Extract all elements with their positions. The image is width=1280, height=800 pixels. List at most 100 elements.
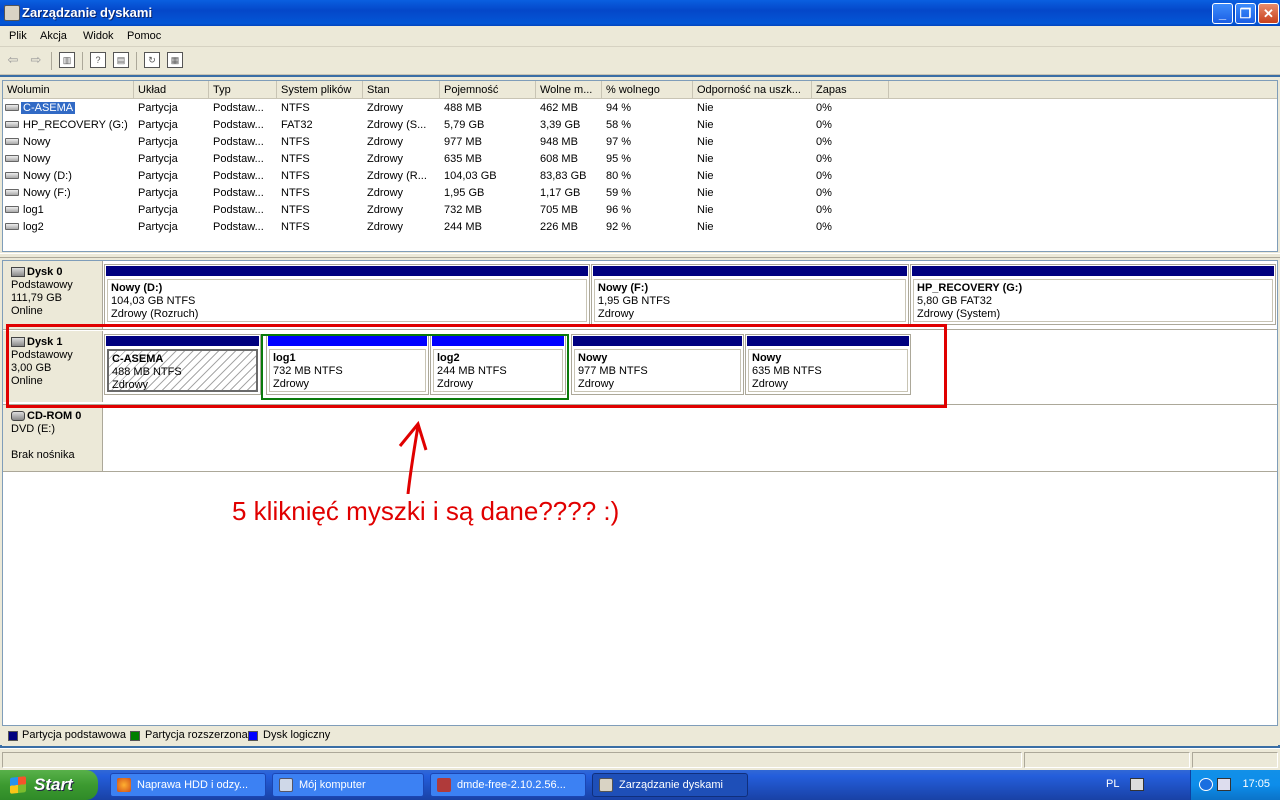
volume-cell: Nie [697,187,714,199]
forward-icon[interactable]: ⇨ [28,52,44,68]
disk-row-0: Dysk 0 Podstawowy 111,79 GB Online Nowy … [3,261,1277,329]
task-moj-komputer[interactable]: Mój komputer [272,773,424,797]
partition-d[interactable]: Nowy (D:) 104,03 GB NTFS Zdrowy (Rozruch… [104,264,590,325]
partition-status: Zdrowy (System) [917,308,1001,320]
volume-cell: Zdrowy (R... [367,170,427,182]
volume-row[interactable]: C-ASEMA Partycja Podstaw... NTFS Zdrowy 488 M… [3,100,1277,117]
task-zarzadzanie-dyskami[interactable]: Zarządzanie dyskami [592,773,748,797]
volume-cell: 104,03 GB [444,170,497,182]
col-odpornosc[interactable]: Odporność na uszk... [693,81,812,99]
col-pojemnosc[interactable]: Pojemność [440,81,536,99]
volume-cell: C-ASEMA [21,102,76,114]
menu-widok[interactable]: Widok [83,30,114,42]
volume-cell: 80 % [606,170,632,182]
minimize-button[interactable]: _ [1212,3,1233,24]
col-stan[interactable]: Stan [363,81,440,99]
task-dmde[interactable]: dmde-free-2.10.2.56... [430,773,586,797]
close-button[interactable]: ✕ [1258,3,1279,24]
volume-row[interactable]: Nowy (F:) Partycja Podstaw... NTFS Zdrowy 1,9… [3,185,1277,202]
volume-cell: 5,79 GB [444,119,485,131]
volume-cell: Zdrowy [367,187,404,199]
volume-cell: Partycja [138,187,178,199]
volume-icon [5,121,19,128]
partition-g[interactable]: HP_RECOVERY (G:) 5,80 GB FAT32 Zdrowy (S… [910,264,1276,325]
volume-cell: Podstaw... [213,136,264,148]
volume-cell: NTFS [281,204,310,216]
volume-row[interactable]: log2 Partycja Podstaw... NTFS Zdrowy 244 MB 22… [3,219,1277,236]
disk-management-icon [599,778,613,792]
volume-cell: Partycja [138,204,178,216]
col-system-plikow[interactable]: System plików [277,81,363,99]
cdrom-label[interactable]: CD-ROM 0 DVD (E:) Brak nośnika [3,405,103,471]
language-indicator[interactable]: PL [1106,778,1119,790]
col-uklad[interactable]: Układ [134,81,209,99]
volume-cell: NTFS [281,136,310,148]
refresh-icon[interactable]: ↻ [144,52,160,68]
task-naprawa-hdd[interactable]: Naprawa HDD i odzy... [110,773,266,797]
volume-cell: Partycja [138,221,178,233]
volume-row[interactable]: Nowy (D:) Partycja Podstaw... NTFS Zdrowy (R… [3,168,1277,185]
start-button[interactable]: Start [0,770,98,800]
col-wolumin[interactable]: Wolumin [3,81,134,99]
back-icon[interactable]: ⇦ [5,52,21,68]
cdrom-name: CD-ROM 0 [27,410,82,422]
volume-cell: Partycja [138,153,178,165]
cdrom-status: Brak nośnika [11,449,75,461]
partition-size: 1,95 GB NTFS [598,295,671,307]
volume-cell: 83,83 GB [540,170,587,182]
volume-cell: 0% [816,187,832,199]
volume-cell: Partycja [138,170,178,182]
volume-list[interactable]: Wolumin Układ Typ System plików Stan Poj… [2,80,1278,252]
volume-cell: 96 % [606,204,632,216]
windows-logo-icon [10,776,26,794]
chevron-left-icon[interactable] [1199,778,1213,791]
volume-cell: Nie [697,102,714,114]
partition-status: Zdrowy (Rozruch) [111,308,199,320]
partition-size: 104,03 GB NTFS [111,295,196,307]
show-hide-action-pane-icon[interactable]: ▤ [113,52,129,68]
volume-row[interactable]: log1 Partycja Podstaw... NTFS Zdrowy 732 MB 70… [3,202,1277,219]
volume-row[interactable]: HP_RECOVERY (G:) Partycja Podstaw... FAT32 Z… [3,117,1277,134]
partition-name: Nowy (F:) [598,282,649,294]
properties-icon[interactable]: ? [90,52,106,68]
partition-color-bar [593,266,907,276]
cd-drive-icon [11,411,25,421]
disk-0-label[interactable]: Dysk 0 Podstawowy 111,79 GB Online [3,261,103,329]
network-icon[interactable] [1217,778,1231,791]
menu-pomoc[interactable]: Pomoc [127,30,161,42]
partition-color-bar [106,266,588,276]
export-list-icon[interactable]: ▦ [167,52,183,68]
volume-cell: Nowy [23,153,51,165]
cdrom-drive: DVD (E:) [11,423,55,435]
col-wolne-miejsce[interactable]: Wolne m... [536,81,602,99]
col-zapas[interactable]: Zapas [812,81,889,99]
legend-swatch-extended [130,731,140,741]
volume-cell: NTFS [281,187,310,199]
column-header: Wolumin Układ Typ System plików Stan Poj… [3,81,1277,99]
title-bar[interactable]: Zarządzanie dyskami _ ❐ ✕ [0,0,1280,26]
computer-icon [279,778,293,792]
volume-row[interactable]: Nowy Partycja Podstaw... NTFS Zdrowy 977 MB 94… [3,134,1277,151]
partition-f[interactable]: Nowy (F:) 1,95 GB NTFS Zdrowy [591,264,909,325]
volume-cell: Partycja [138,102,178,114]
keyboard-icon[interactable] [1130,778,1144,791]
volume-cell: Partycja [138,119,178,131]
col-typ[interactable]: Typ [209,81,277,99]
volume-cell: 732 MB [444,204,482,216]
volume-cell: FAT32 [281,119,313,131]
col-procent-wolnego[interactable]: % wolnego [602,81,693,99]
volume-cell: 0% [816,153,832,165]
volume-row[interactable]: Nowy Partycja Podstaw... NTFS Zdrowy 635 MB 60… [3,151,1277,168]
volume-icon [5,155,19,162]
maximize-button[interactable]: ❐ [1235,3,1256,24]
volume-cell: Podstaw... [213,102,264,114]
volume-cell: 226 MB [540,221,578,233]
volume-cell: Zdrowy [367,102,404,114]
menu-plik[interactable]: Plik [9,30,27,42]
pane-splitter[interactable] [0,253,1280,258]
menu-akcja[interactable]: Akcja [40,30,67,42]
volume-cell: Zdrowy [367,136,404,148]
show-hide-console-tree-icon[interactable]: ▥ [59,52,75,68]
volume-cell: 977 MB [444,136,482,148]
partition-name: Nowy (D:) [111,282,163,294]
